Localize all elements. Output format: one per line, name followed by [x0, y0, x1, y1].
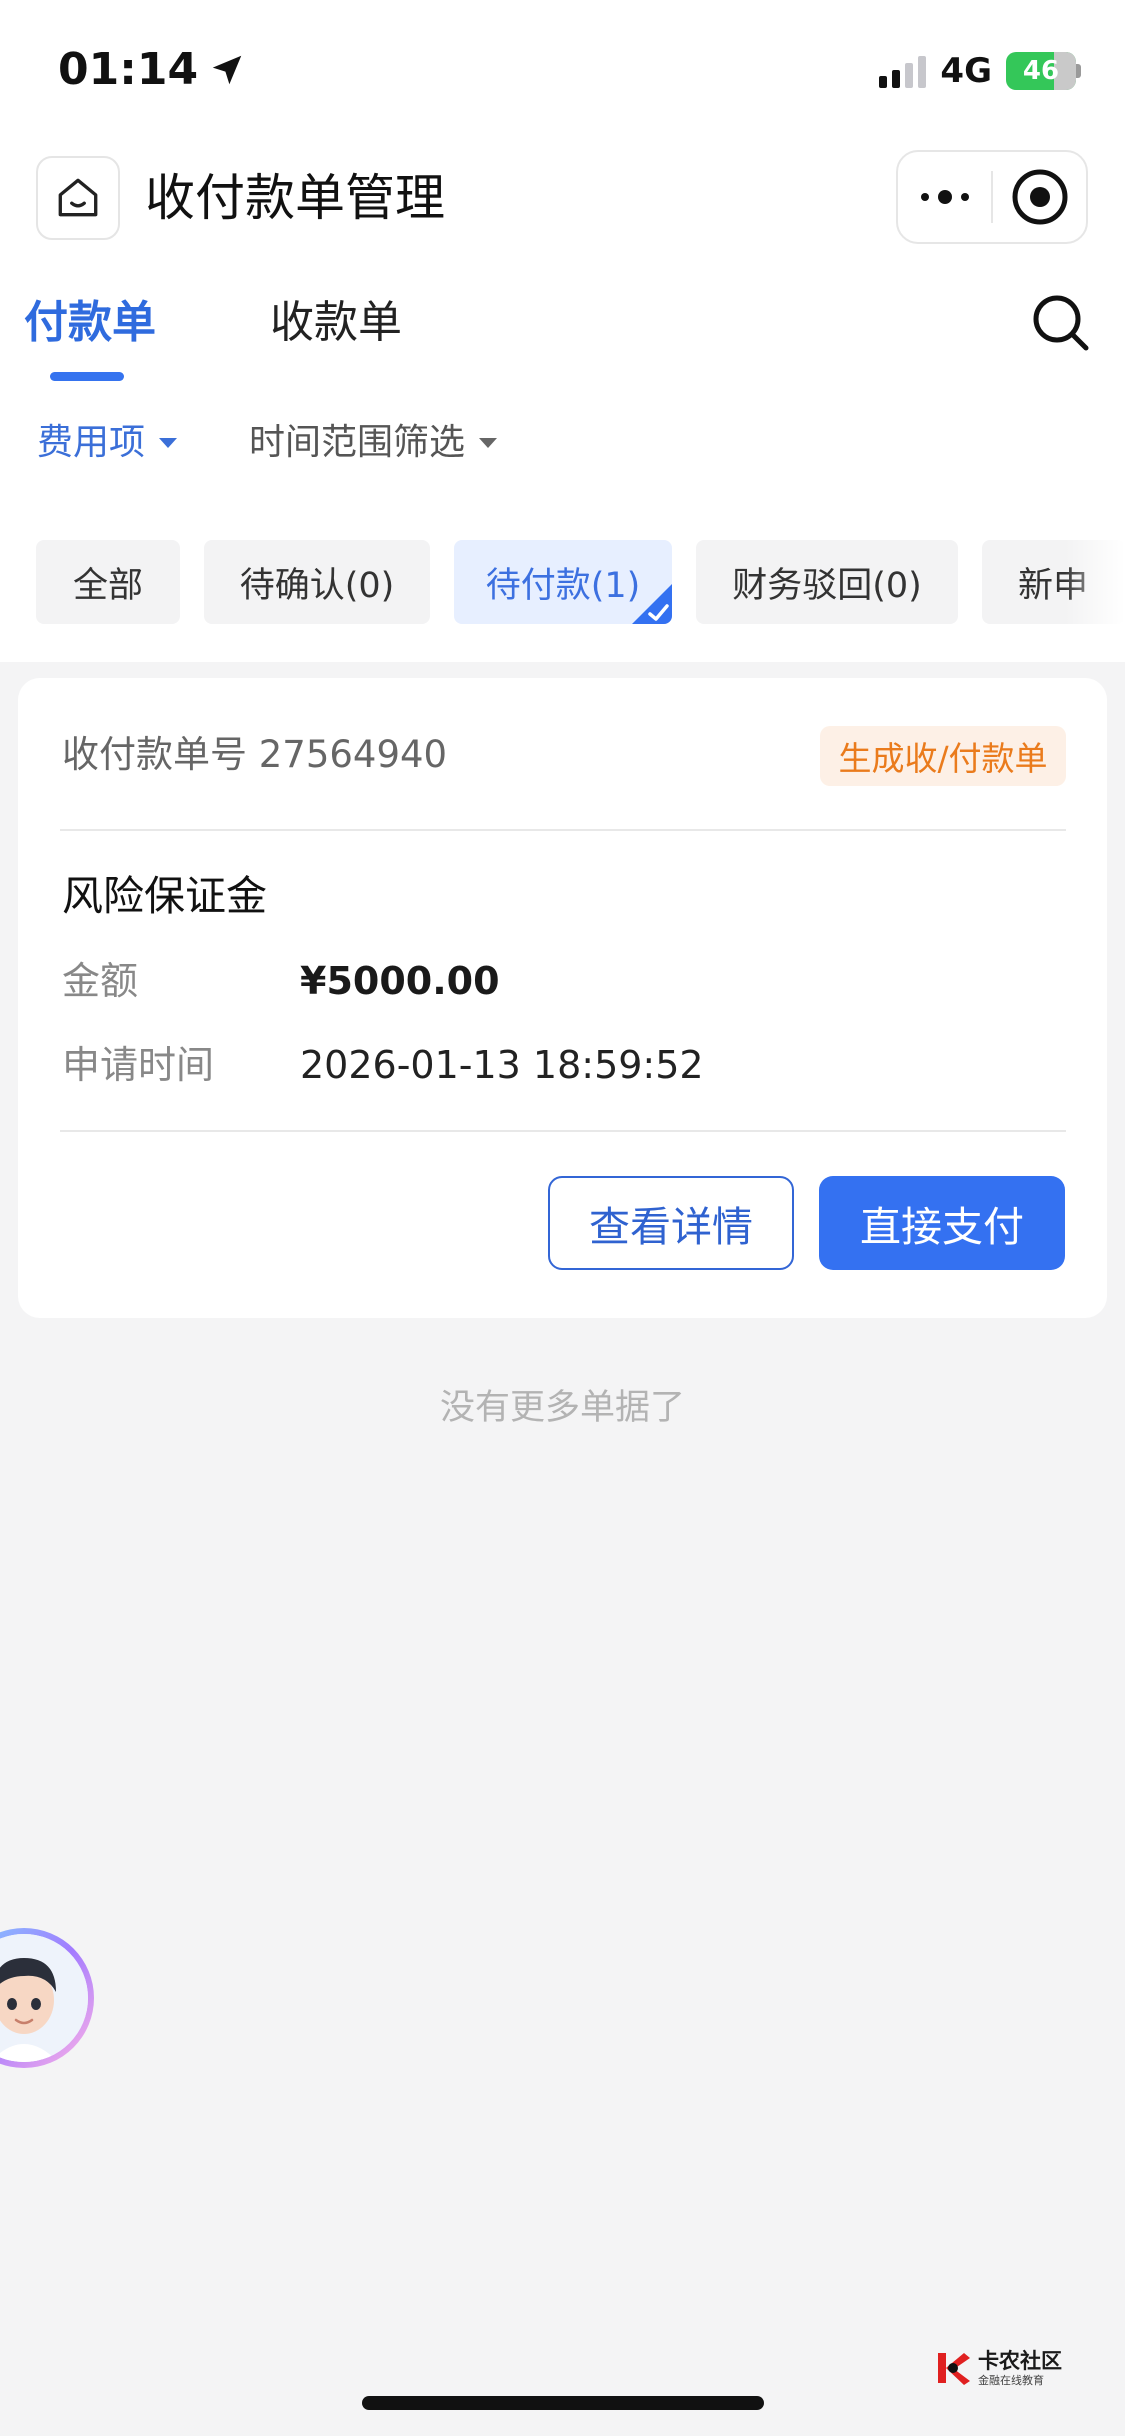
target-circle-icon — [1012, 169, 1067, 225]
amount-value: ¥5000.00 — [300, 959, 500, 1003]
battery-nub — [1076, 64, 1081, 78]
fee-item-name: 风险保证金 — [62, 872, 267, 920]
chip-pending-confirm[interactable]: 待确认(0) — [204, 540, 430, 624]
chip-all[interactable]: 全部 — [36, 540, 180, 624]
status-bar-time: 01:14 — [58, 40, 246, 100]
search-button[interactable] — [1030, 292, 1092, 354]
order-number: 收付款单号 27564940 — [62, 733, 448, 776]
chip-pending-payment[interactable]: 待付款(1) — [454, 540, 672, 624]
order-card: 收付款单号 27564940 生成收/付款单 风险保证金 金额 ¥5000.00… — [18, 678, 1107, 1318]
battery-level: 46 — [1006, 52, 1076, 90]
signal-bar — [892, 70, 901, 88]
kanong-logo-icon — [938, 2353, 970, 2385]
battery-icon: 46 — [1006, 52, 1081, 90]
time-range-filter-label: 时间范围筛选 — [249, 422, 466, 463]
time-range-filter[interactable]: 时间范围筛选 — [249, 414, 498, 472]
chip-finance-rejected[interactable]: 财务驳回(0) — [696, 540, 958, 624]
more-menu-button[interactable] — [898, 152, 991, 242]
close-miniprogram-button[interactable] — [993, 152, 1086, 242]
signal-bar — [879, 76, 888, 88]
divider — [60, 1130, 1066, 1132]
tab-payment-orders[interactable]: 付款单 — [24, 290, 156, 356]
cellular-signal-icon — [879, 54, 927, 88]
apply-time-value: 2026-01-13 18:59:52 — [300, 1043, 704, 1087]
caret-down-icon — [479, 438, 498, 448]
fee-item-filter-label: 费用项 — [37, 422, 146, 463]
network-type: 4G — [940, 51, 992, 91]
view-details-button[interactable]: 查看详情 — [548, 1176, 794, 1270]
page-title: 收付款单管理 — [145, 169, 445, 227]
assistant-avatar-button[interactable] — [0, 1928, 94, 2068]
search-icon — [1033, 295, 1089, 351]
chip-scroll-fade — [1065, 540, 1125, 624]
fee-item-filter[interactable]: 费用项 — [37, 414, 178, 472]
list-end-text: 没有更多单据了 — [439, 1388, 685, 1428]
more-dots-icon — [920, 190, 969, 204]
apply-time-label: 申请时间 — [62, 1043, 215, 1087]
amount-label: 金额 — [62, 959, 139, 1003]
divider — [60, 829, 1066, 831]
status-chip-bar[interactable]: 全部 待确认(0) 待付款(1) 财务驳回(0) 新申 — [36, 540, 1125, 624]
active-tab-indicator — [50, 372, 124, 381]
chip-label: 全部 — [72, 565, 143, 606]
status-bar-indicators: 4G 46 — [879, 46, 1081, 96]
home-icon — [58, 178, 98, 217]
signal-bar — [905, 63, 914, 88]
status-badge: 生成收/付款单 — [820, 726, 1066, 786]
caret-down-icon — [159, 438, 178, 448]
watermark-title: 卡农社区 — [978, 2348, 1062, 2373]
cartoon-boy-avatar-icon — [0, 1934, 88, 2062]
tab-receipt-orders[interactable]: 收款单 — [270, 290, 402, 356]
pay-now-button[interactable]: 直接支付 — [819, 1176, 1065, 1270]
chip-label: 财务驳回(0) — [732, 565, 922, 606]
watermark-subtitle: 金融在线教育 — [978, 2373, 1044, 2387]
battery-percent: 46 — [1022, 56, 1060, 86]
clock-text: 01:14 — [58, 44, 199, 95]
chip-label: 待确认(0) — [239, 565, 395, 606]
location-arrow-icon — [212, 55, 242, 85]
avatar — [0, 1934, 88, 2062]
chip-label: 待付款(1) — [485, 565, 641, 606]
home-button[interactable] — [36, 156, 120, 240]
home-indicator[interactable] — [362, 2396, 764, 2410]
signal-bar — [918, 56, 927, 88]
miniprogram-capsule — [896, 150, 1088, 244]
community-watermark: 卡农社区 金融在线教育 — [934, 2346, 1062, 2390]
selected-check-icon — [632, 584, 672, 624]
